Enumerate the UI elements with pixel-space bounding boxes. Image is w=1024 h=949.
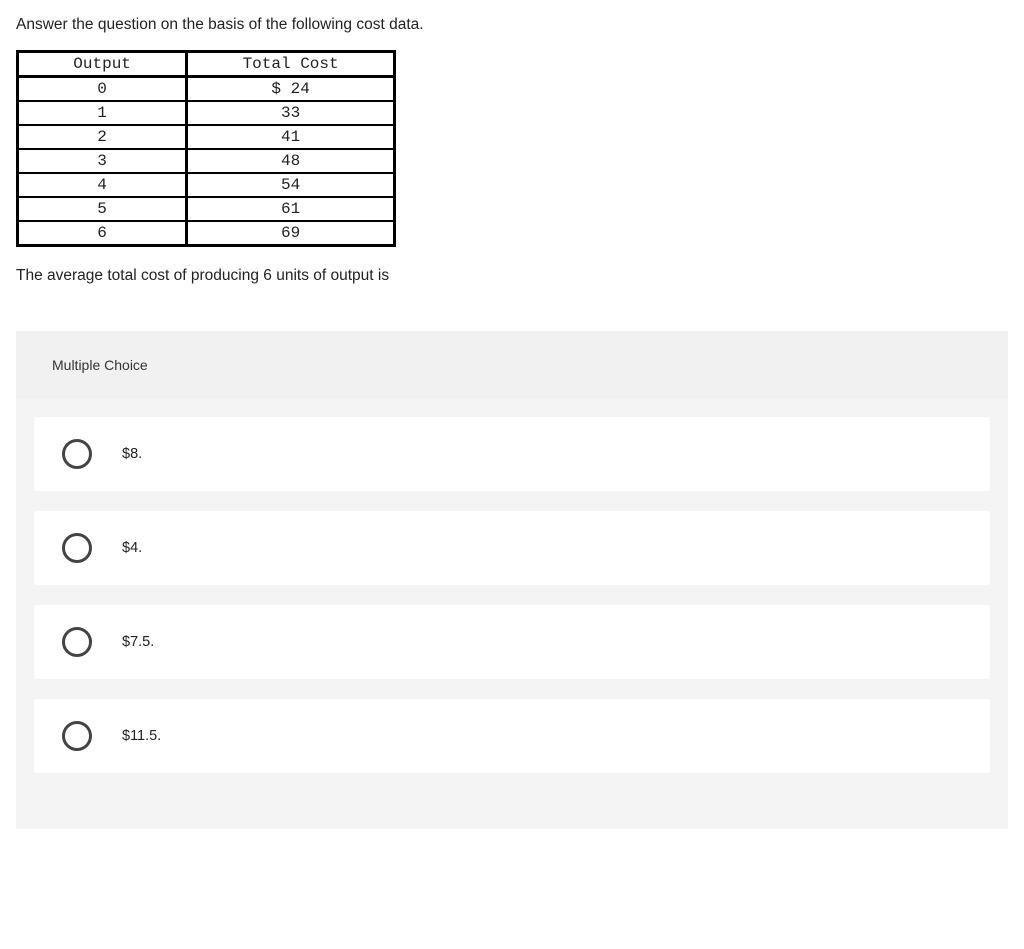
cell-output: 6: [18, 221, 187, 245]
table-row: 2 41: [18, 125, 394, 149]
question-text: The average total cost of producing 6 un…: [16, 267, 1008, 285]
question-prompt: Answer the question on the basis of the …: [16, 16, 1008, 34]
option-label: $8.: [122, 446, 142, 462]
radio-icon[interactable]: [62, 533, 92, 563]
cell-output: 5: [18, 197, 187, 221]
cell-total-cost: 33: [187, 101, 394, 125]
cell-output: 3: [18, 149, 187, 173]
radio-icon[interactable]: [62, 439, 92, 469]
table-row: 6 69: [18, 221, 394, 245]
option-label: $11.5.: [122, 728, 161, 744]
answer-option[interactable]: $7.5.: [34, 605, 990, 679]
table-row: 4 54: [18, 173, 394, 197]
radio-icon[interactable]: [62, 627, 92, 657]
answer-option[interactable]: $11.5.: [34, 699, 990, 773]
cell-total-cost: $ 24: [187, 77, 394, 101]
table-row: 0 $ 24: [18, 77, 394, 101]
cell-total-cost: 54: [187, 173, 394, 197]
cell-total-cost: 69: [187, 221, 394, 245]
table-row: 1 33: [18, 101, 394, 125]
option-label: $4.: [122, 540, 142, 556]
option-label: $7.5.: [122, 634, 154, 650]
multiple-choice-heading: Multiple Choice: [16, 331, 1008, 399]
cost-data-table: Output Total Cost 0 $ 24 1 33 2 41 3 48 …: [16, 50, 396, 247]
table-header-row: Output Total Cost: [18, 52, 394, 77]
header-total-cost: Total Cost: [187, 52, 394, 77]
multiple-choice-container: Multiple Choice $8. $4. $7.5. $11.5.: [16, 331, 1008, 829]
radio-icon[interactable]: [62, 721, 92, 751]
cell-total-cost: 48: [187, 149, 394, 173]
table-row: 3 48: [18, 149, 394, 173]
cell-total-cost: 61: [187, 197, 394, 221]
answer-option[interactable]: $8.: [34, 417, 990, 491]
cell-total-cost: 41: [187, 125, 394, 149]
cell-output: 0: [18, 77, 187, 101]
table-row: 5 61: [18, 197, 394, 221]
answer-option[interactable]: $4.: [34, 511, 990, 585]
cell-output: 1: [18, 101, 187, 125]
header-output: Output: [18, 52, 187, 77]
cell-output: 2: [18, 125, 187, 149]
options-area: $8. $4. $7.5. $11.5.: [16, 399, 1008, 829]
cell-output: 4: [18, 173, 187, 197]
